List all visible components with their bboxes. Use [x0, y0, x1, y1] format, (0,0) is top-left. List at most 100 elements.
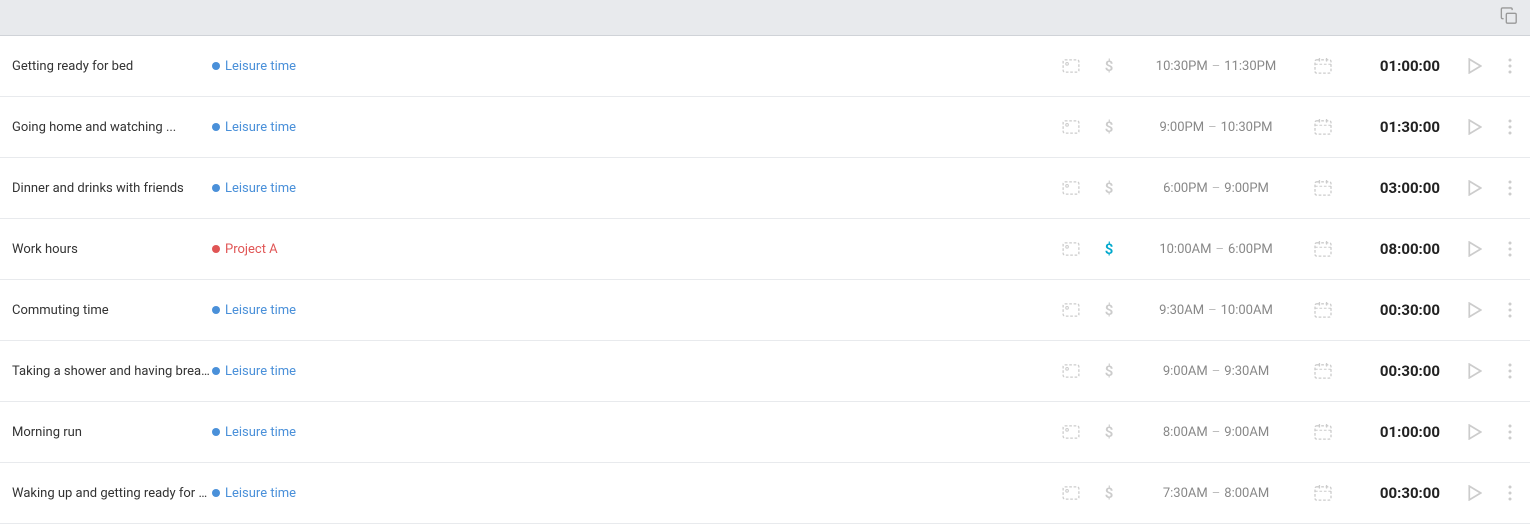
- table-row: Going home and watching ... Leisure time…: [0, 97, 1530, 158]
- duration: 00:30:00: [1350, 362, 1440, 380]
- icons-group: $ 8:00AM – 9:00AM 01:00:00: [1060, 423, 1518, 441]
- billable-icon[interactable]: $: [1098, 118, 1120, 136]
- project-label: Leisure time: [225, 364, 296, 379]
- entry-name: Commuting time: [12, 303, 212, 318]
- icons-group: $ 9:00PM – 10:30PM 01:30:00: [1060, 118, 1518, 136]
- time-start: 6:00PM: [1163, 181, 1208, 196]
- project-label: Leisure time: [225, 59, 296, 74]
- entry-name: Morning run: [12, 425, 212, 440]
- project-dot: [212, 489, 220, 497]
- icons-group: $ 6:00PM – 9:00PM 03:00:00: [1060, 179, 1518, 197]
- calendar-icon[interactable]: [1312, 58, 1334, 74]
- time-end: 8:00AM: [1224, 486, 1269, 501]
- more-menu-button[interactable]: [1502, 363, 1518, 379]
- calendar-icon[interactable]: [1312, 424, 1334, 440]
- play-button[interactable]: [1464, 180, 1486, 196]
- play-button[interactable]: [1464, 363, 1486, 379]
- table-row: Waking up and getting ready for a run Le…: [0, 463, 1530, 524]
- tag-icon[interactable]: [1060, 181, 1082, 195]
- duration: 03:00:00: [1350, 179, 1440, 197]
- billable-icon[interactable]: $: [1098, 240, 1120, 258]
- time-range: 10:00AM – 6:00PM: [1136, 242, 1296, 257]
- header-total: [1488, 7, 1518, 29]
- billable-icon[interactable]: $: [1098, 179, 1120, 197]
- entry-project: Leisure time: [212, 59, 1060, 74]
- play-button[interactable]: [1464, 485, 1486, 501]
- table-row: Dinner and drinks with friends Leisure t…: [0, 158, 1530, 219]
- table-row: Morning run Leisure time $ 8:00AM – 9:00…: [0, 402, 1530, 463]
- tag-icon[interactable]: [1060, 120, 1082, 134]
- icons-group: $ 9:30AM – 10:00AM 00:30:00: [1060, 301, 1518, 319]
- more-menu-button[interactable]: [1502, 58, 1518, 74]
- project-dot: [212, 428, 220, 436]
- time-start: 9:30AM: [1159, 303, 1204, 318]
- billable-icon[interactable]: $: [1098, 57, 1120, 75]
- entry-name: Getting ready for bed: [12, 59, 212, 74]
- more-menu-button[interactable]: [1502, 302, 1518, 318]
- duration: 01:00:00: [1350, 57, 1440, 75]
- entries-list: Getting ready for bed Leisure time $ 10:…: [0, 36, 1530, 524]
- icons-group: $ 7:30AM – 8:00AM 00:30:00: [1060, 484, 1518, 502]
- play-button[interactable]: [1464, 241, 1486, 257]
- calendar-icon[interactable]: [1312, 363, 1334, 379]
- entry-project: Leisure time: [212, 303, 1060, 318]
- project-label: Leisure time: [225, 181, 296, 196]
- time-end: 10:30PM: [1221, 120, 1273, 135]
- project-label: Leisure time: [225, 425, 296, 440]
- project-label: Leisure time: [225, 120, 296, 135]
- entry-name: Taking a shower and having breakfast: [12, 364, 212, 379]
- time-end: 6:00PM: [1228, 242, 1273, 257]
- calendar-icon[interactable]: [1312, 302, 1334, 318]
- tag-icon[interactable]: [1060, 486, 1082, 500]
- tag-icon[interactable]: [1060, 303, 1082, 317]
- time-range: 10:30PM – 11:30PM: [1136, 59, 1296, 74]
- calendar-icon[interactable]: [1312, 180, 1334, 196]
- entry-name: Work hours: [12, 242, 212, 257]
- project-label: Leisure time: [225, 486, 296, 501]
- copy-icon[interactable]: [1500, 7, 1518, 29]
- calendar-icon[interactable]: [1312, 241, 1334, 257]
- more-menu-button[interactable]: [1502, 119, 1518, 135]
- project-dot: [212, 245, 220, 253]
- time-range: 7:30AM – 8:00AM: [1136, 486, 1296, 501]
- project-dot: [212, 184, 220, 192]
- calendar-icon[interactable]: [1312, 119, 1334, 135]
- entry-project: Leisure time: [212, 425, 1060, 440]
- billable-icon[interactable]: $: [1098, 484, 1120, 502]
- play-button[interactable]: [1464, 302, 1486, 318]
- table-row: Work hours Project A $ 10:00AM – 6:00PM: [0, 219, 1530, 280]
- more-menu-button[interactable]: [1502, 180, 1518, 196]
- time-end: 10:00AM: [1221, 303, 1273, 318]
- time-range: 9:00AM – 9:30AM: [1136, 364, 1296, 379]
- billable-icon[interactable]: $: [1098, 362, 1120, 380]
- tag-icon[interactable]: [1060, 425, 1082, 439]
- play-button[interactable]: [1464, 119, 1486, 135]
- billable-icon[interactable]: $: [1098, 423, 1120, 441]
- tag-icon[interactable]: [1060, 242, 1082, 256]
- more-menu-button[interactable]: [1502, 424, 1518, 440]
- billable-icon[interactable]: $: [1098, 301, 1120, 319]
- icons-group: $ 9:00AM – 9:30AM 00:30:00: [1060, 362, 1518, 380]
- more-menu-button[interactable]: [1502, 241, 1518, 257]
- time-start: 10:30PM: [1156, 59, 1208, 74]
- project-dot: [212, 123, 220, 131]
- entry-name: Going home and watching ...: [12, 120, 212, 135]
- tag-icon[interactable]: [1060, 59, 1082, 73]
- more-menu-button[interactable]: [1502, 485, 1518, 501]
- duration: 00:30:00: [1350, 484, 1440, 502]
- tag-icon[interactable]: [1060, 364, 1082, 378]
- table-row: Taking a shower and having breakfast Lei…: [0, 341, 1530, 402]
- time-range: 8:00AM – 9:00AM: [1136, 425, 1296, 440]
- duration: 08:00:00: [1350, 240, 1440, 258]
- time-range: 6:00PM – 9:00PM: [1136, 181, 1296, 196]
- project-dot: [212, 306, 220, 314]
- duration: 00:30:00: [1350, 301, 1440, 319]
- time-end: 9:00PM: [1224, 181, 1269, 196]
- time-start: 10:00AM: [1159, 242, 1211, 257]
- calendar-icon[interactable]: [1312, 485, 1334, 501]
- time-range: 9:30AM – 10:00AM: [1136, 303, 1296, 318]
- entry-project: Leisure time: [212, 364, 1060, 379]
- play-button[interactable]: [1464, 424, 1486, 440]
- duration: 01:00:00: [1350, 423, 1440, 441]
- play-button[interactable]: [1464, 58, 1486, 74]
